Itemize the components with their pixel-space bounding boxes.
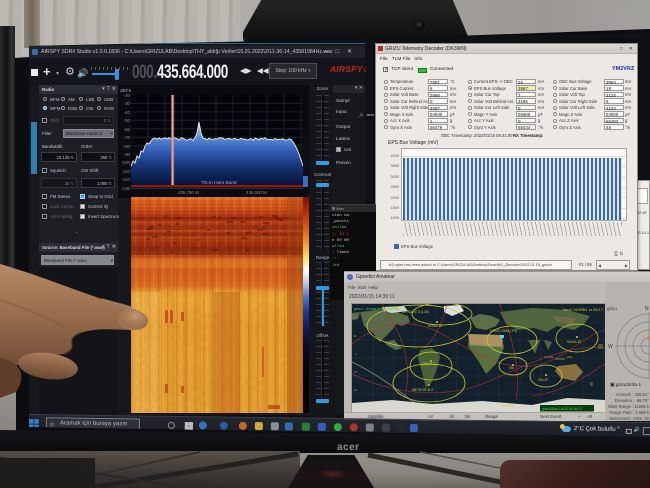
svg-text:-30: -30	[353, 370, 358, 374]
svg-text:NORB1: NORB1	[502, 404, 514, 408]
svg-text:NP/SAOC 6 (L30): NP/SAOC 6 (L30)	[402, 310, 429, 314]
svg-text:NOAA 18: NOAA 18	[428, 324, 442, 328]
svg-text:W: W	[608, 344, 613, 350]
svg-text:-60: -60	[353, 388, 358, 392]
svg-text:N: N	[645, 306, 649, 312]
svg-text:70cm Ham Band: 70cm Ham Band	[201, 180, 237, 186]
svg-text:NOAA 19: NOAA 19	[567, 340, 581, 344]
svg-text:60: 60	[353, 316, 357, 320]
svg-text:M6: M6	[509, 366, 514, 370]
svg-text:grizu263a-1 AOS 00:26:17: grizu263a-1 AOS 00:26:17	[542, 407, 582, 411]
svg-text:(TISAT 1: (TISAT 1	[422, 362, 435, 366]
svg-text:30: 30	[353, 334, 357, 338]
svg-text:GRIZU-263A (TR): GRIZU-263A (TR)	[490, 329, 517, 333]
svg-text:grizu - Zonguldak, Turkey: grizu - Zonguldak, Turkey	[354, 306, 399, 311]
svg-text:Next: NORB1 in 26:17: Next: NORB1 in 26:17	[563, 307, 603, 312]
svg-text:grizu: grizu	[607, 306, 617, 311]
svg-text:XW-2F: XW-2F	[538, 378, 549, 382]
svg-text:METEOR-M 2: METEOR-M 2	[412, 388, 433, 392]
